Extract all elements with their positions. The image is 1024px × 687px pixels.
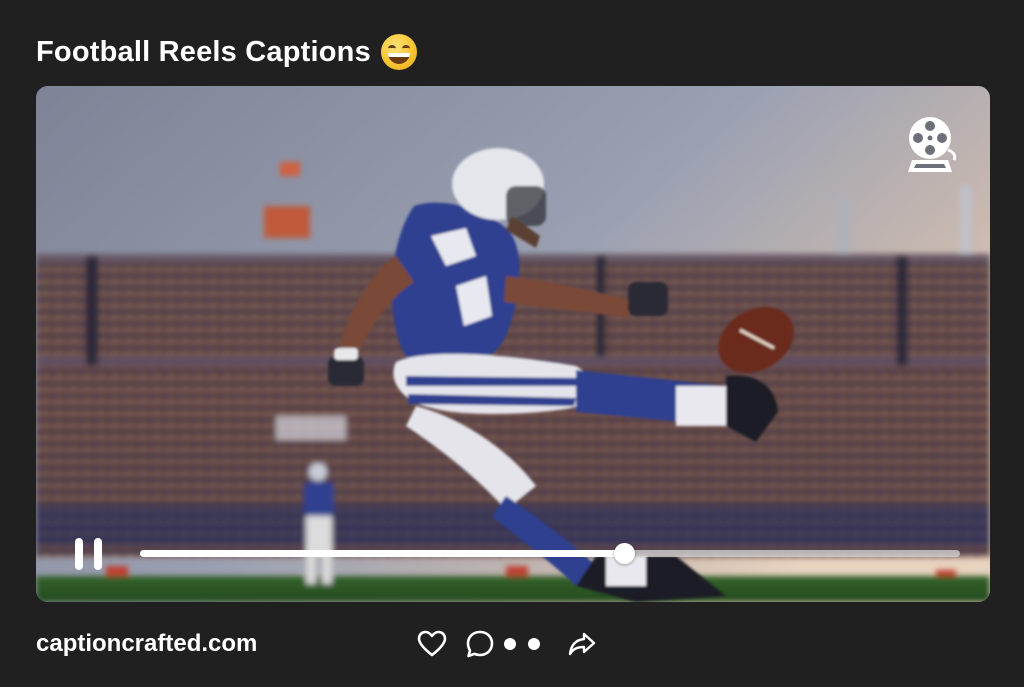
share-button[interactable] [566,628,598,660]
progress-scrubber[interactable] [613,543,635,564]
site-name: captioncrafted.com [36,630,258,657]
comment-button[interactable] [464,628,496,660]
heart-icon [417,630,447,657]
comment-bubble-icon [466,630,494,658]
film-reel-icon[interactable] [906,116,960,174]
video-frame-football-kicker [36,86,990,602]
post-title-row: Football Reels Captions [36,34,417,70]
pause-button[interactable] [72,536,106,572]
pause-icon [75,538,83,570]
reel-post: Football Reels Captions captioncrafted.c… [0,0,1024,687]
video-player[interactable] [36,86,990,602]
grinning-squinting-face-icon [380,34,417,70]
progress-fill [140,550,624,557]
progress-track[interactable] [140,543,960,564]
video-controls [36,534,990,574]
post-title: Football Reels Captions [36,35,371,68]
like-button[interactable] [416,628,448,660]
share-arrow-icon [568,632,596,656]
action-bar [416,626,598,662]
more-dots-icon[interactable] [504,628,540,660]
